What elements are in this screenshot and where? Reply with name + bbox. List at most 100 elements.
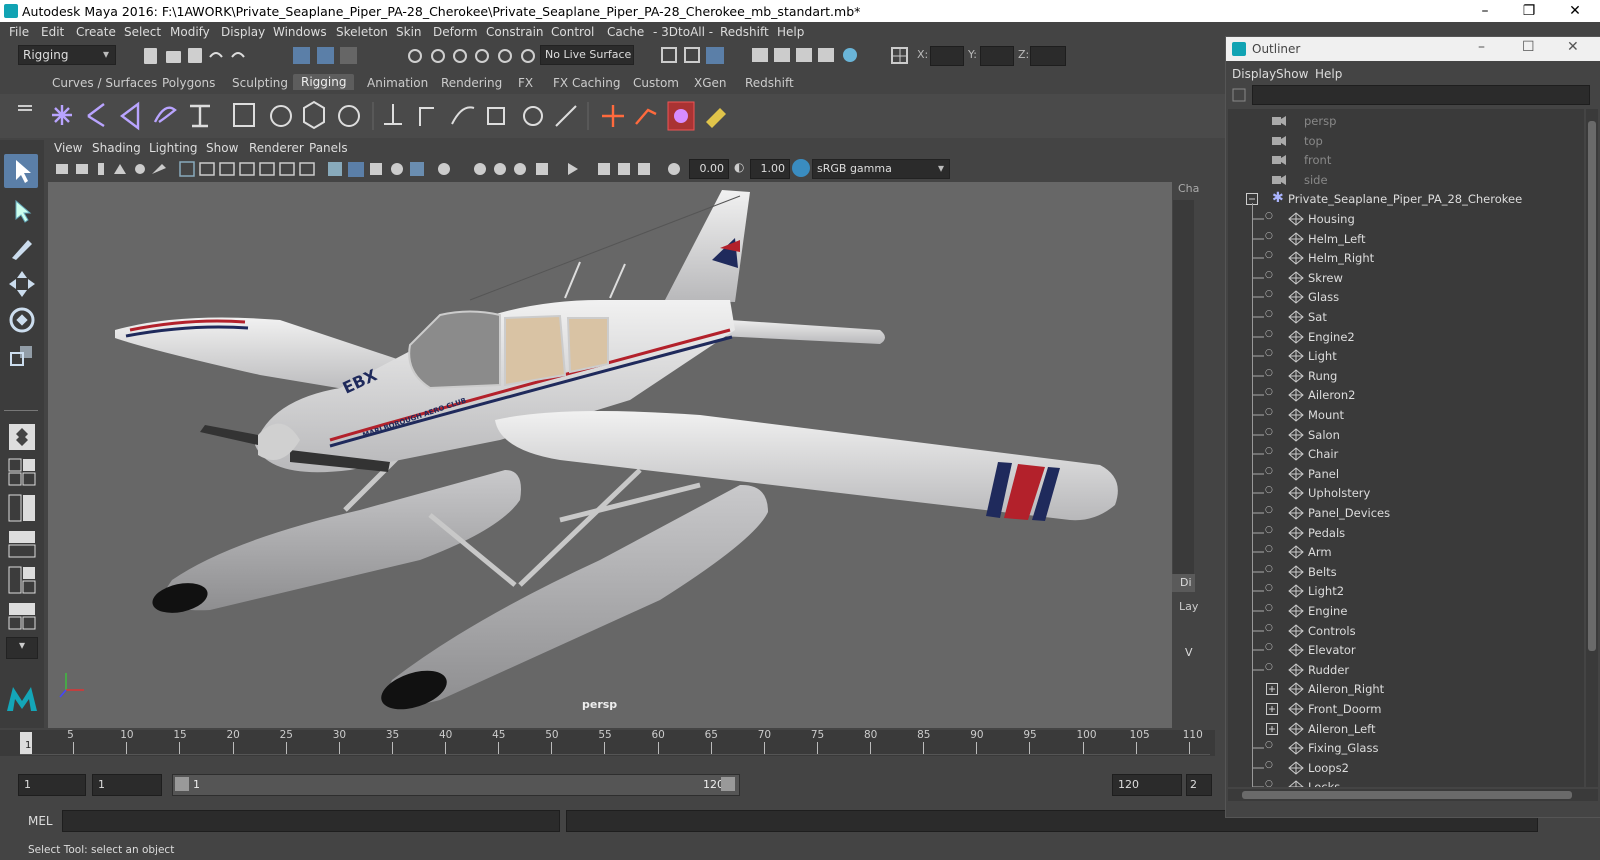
menu-display[interactable]: Display — [221, 25, 265, 39]
four-view-layout-icon[interactable] — [8, 458, 36, 486]
expand-icon[interactable] — [1266, 703, 1278, 715]
tab-rendering[interactable]: Rendering — [441, 76, 502, 90]
tab-animation[interactable]: Animation — [367, 76, 428, 90]
gamma-field[interactable]: 1.00 — [750, 159, 790, 179]
restore-button[interactable]: ❐ — [1506, 0, 1552, 22]
menu-deform[interactable]: Deform — [433, 25, 478, 39]
perspective-viewport[interactable]: EBX MARLBOROUGH AERO CLUB persp — [48, 182, 1188, 728]
outliner-item[interactable]: ○ Belts — [1228, 562, 1584, 582]
outliner-item[interactable]: ○ Rung — [1228, 366, 1584, 386]
move-tool-icon[interactable] — [6, 268, 38, 300]
z-field[interactable] — [1030, 46, 1066, 66]
outliner-item[interactable]: ○ Loops2 — [1228, 758, 1584, 778]
tab-curves-surfaces[interactable]: Curves / Surfaces — [52, 76, 157, 90]
menu-edit[interactable]: Edit — [41, 25, 64, 39]
range-start-handle[interactable] — [175, 777, 189, 791]
outliner-menu-show[interactable]: Show — [1276, 67, 1308, 81]
x-field[interactable] — [930, 46, 964, 66]
outliner-item[interactable]: ○ Engine2 — [1228, 327, 1584, 347]
anim-start-field[interactable]: 1 — [92, 774, 162, 796]
menu-cache[interactable]: Cache — [607, 25, 644, 39]
lasso-tool-icon[interactable] — [6, 195, 38, 227]
outliner-maximize-button[interactable]: ☐ — [1522, 39, 1535, 55]
range-slider[interactable]: 1 120 — [172, 774, 740, 796]
mel-input[interactable] — [62, 810, 560, 832]
outliner-camera-row[interactable]: side — [1228, 170, 1584, 190]
outliner-item[interactable]: ○ Housing — [1228, 209, 1584, 229]
outliner-item[interactable]: ○ Rudder — [1228, 660, 1584, 680]
outliner-item[interactable]: ○ Helm_Right — [1228, 248, 1584, 268]
menu-set-dropdown[interactable]: Rigging ▾ — [18, 45, 116, 65]
outliner-item[interactable]: ○ Skrew — [1228, 268, 1584, 288]
scale-tool-icon[interactable] — [6, 340, 38, 372]
outliner-search-input[interactable] — [1252, 85, 1590, 105]
select-tool-button[interactable] — [4, 154, 38, 188]
panel-menu-view[interactable]: View — [54, 141, 82, 155]
outliner-item[interactable]: ○ Controls — [1228, 621, 1584, 641]
panel-menu-shading[interactable]: Shading — [92, 141, 141, 155]
tab-rigging[interactable]: Rigging — [293, 74, 355, 90]
outliner-item[interactable]: Front_Doorm — [1228, 699, 1584, 719]
outliner-filter-icon[interactable] — [1230, 85, 1248, 105]
single-view-layout-icon[interactable] — [8, 423, 36, 451]
menu-help[interactable]: Help — [777, 25, 804, 39]
panel-menu-lighting[interactable]: Lighting — [149, 141, 198, 155]
outliner-root-row[interactable]: ✱ Private_Seaplane_Piper_PA_28_Cherokee — [1228, 189, 1584, 209]
tab-sculpting[interactable]: Sculpting — [232, 76, 288, 90]
outliner-item[interactable]: ○ Light — [1228, 346, 1584, 366]
exposure-field[interactable]: 0.00 — [689, 159, 729, 179]
outliner-minimize-button[interactable]: – — [1478, 39, 1485, 55]
outliner-item[interactable]: ○ Light2 — [1228, 581, 1584, 601]
panel-menu-renderer[interactable]: Renderer — [249, 141, 304, 155]
menu-modify[interactable]: Modify — [170, 25, 210, 39]
outliner-item[interactable]: ○ Upholstery — [1228, 483, 1584, 503]
outliner-item[interactable]: ○ Elevator — [1228, 640, 1584, 660]
outliner-scroll-thumb[interactable] — [1588, 121, 1596, 651]
outliner-vertical-scrollbar[interactable] — [1586, 109, 1598, 787]
expand-icon[interactable] — [1266, 722, 1278, 735]
rotate-tool-icon[interactable] — [6, 304, 38, 336]
mel-label[interactable]: MEL — [28, 814, 53, 828]
minimize-button[interactable]: – — [1462, 0, 1508, 22]
channel-box-tab[interactable]: Cha — [1178, 182, 1199, 195]
outliner-camera-row[interactable]: front — [1228, 150, 1584, 170]
tab-custom[interactable]: Custom — [633, 76, 679, 90]
outliner-camera-row[interactable]: persp — [1228, 111, 1584, 131]
graph-editor-layout-icon[interactable] — [8, 566, 36, 594]
hypershade-layout-icon[interactable] — [8, 602, 36, 630]
menu-skeleton[interactable]: Skeleton — [336, 25, 388, 39]
tab-redshift[interactable]: Redshift — [745, 76, 794, 90]
panel-menu-panels[interactable]: Panels — [309, 141, 348, 155]
outliner-close-button[interactable]: ✕ — [1567, 39, 1579, 55]
color-management-icon[interactable] — [792, 159, 810, 177]
outliner-item[interactable]: Aileron_Right — [1228, 679, 1584, 699]
outliner-item[interactable]: ○ Arm — [1228, 542, 1584, 562]
menu-create[interactable]: Create — [76, 25, 116, 39]
end-time-field[interactable]: 120 — [1112, 774, 1182, 796]
outliner-item[interactable]: ○ Chair — [1228, 444, 1584, 464]
layer-visibility-toggle[interactable]: V — [1185, 646, 1193, 659]
outliner-menu-help[interactable]: Help — [1315, 67, 1342, 81]
outliner-item[interactable]: ○ Glass — [1228, 287, 1584, 307]
outliner-item[interactable]: ○ Panel_Devices — [1228, 503, 1584, 523]
menu-constrain[interactable]: Constrain — [486, 25, 544, 39]
seaplane-model[interactable] — [48, 182, 1188, 728]
outliner-item[interactable]: ○ Locks — [1228, 777, 1584, 787]
outliner-item[interactable]: ○ Helm_Left — [1228, 229, 1584, 249]
more-layouts-button[interactable]: ▾ — [6, 637, 38, 659]
outliner-item[interactable]: ○ Fixing_Glass — [1228, 738, 1584, 758]
menu-select[interactable]: Select — [124, 25, 161, 39]
tab-fx[interactable]: FX — [518, 76, 533, 90]
close-button[interactable]: ✕ — [1552, 0, 1598, 22]
view-transform-dropdown[interactable]: sRGB gamma ▾ — [812, 159, 950, 179]
tab-fx-caching[interactable]: FX Caching — [553, 76, 620, 90]
anim-end-field[interactable]: 2 — [1186, 774, 1212, 796]
outliner-item[interactable]: ○ Aileron2 — [1228, 385, 1584, 405]
menu-windows[interactable]: Windows — [273, 25, 327, 39]
tab-polygons[interactable]: Polygons — [162, 76, 215, 90]
outliner-camera-row[interactable]: top — [1228, 131, 1584, 151]
outliner-menu-display[interactable]: Display — [1232, 67, 1276, 81]
paint-select-icon[interactable] — [6, 232, 38, 264]
menu-3dtoall[interactable]: - 3DtoAll - — [653, 25, 713, 39]
time-slider[interactable]: 1 5 10 15 20 25 30 35 40 45 50 55 60 65 70 75 80 85 90 95 1… — [0, 729, 1215, 756]
